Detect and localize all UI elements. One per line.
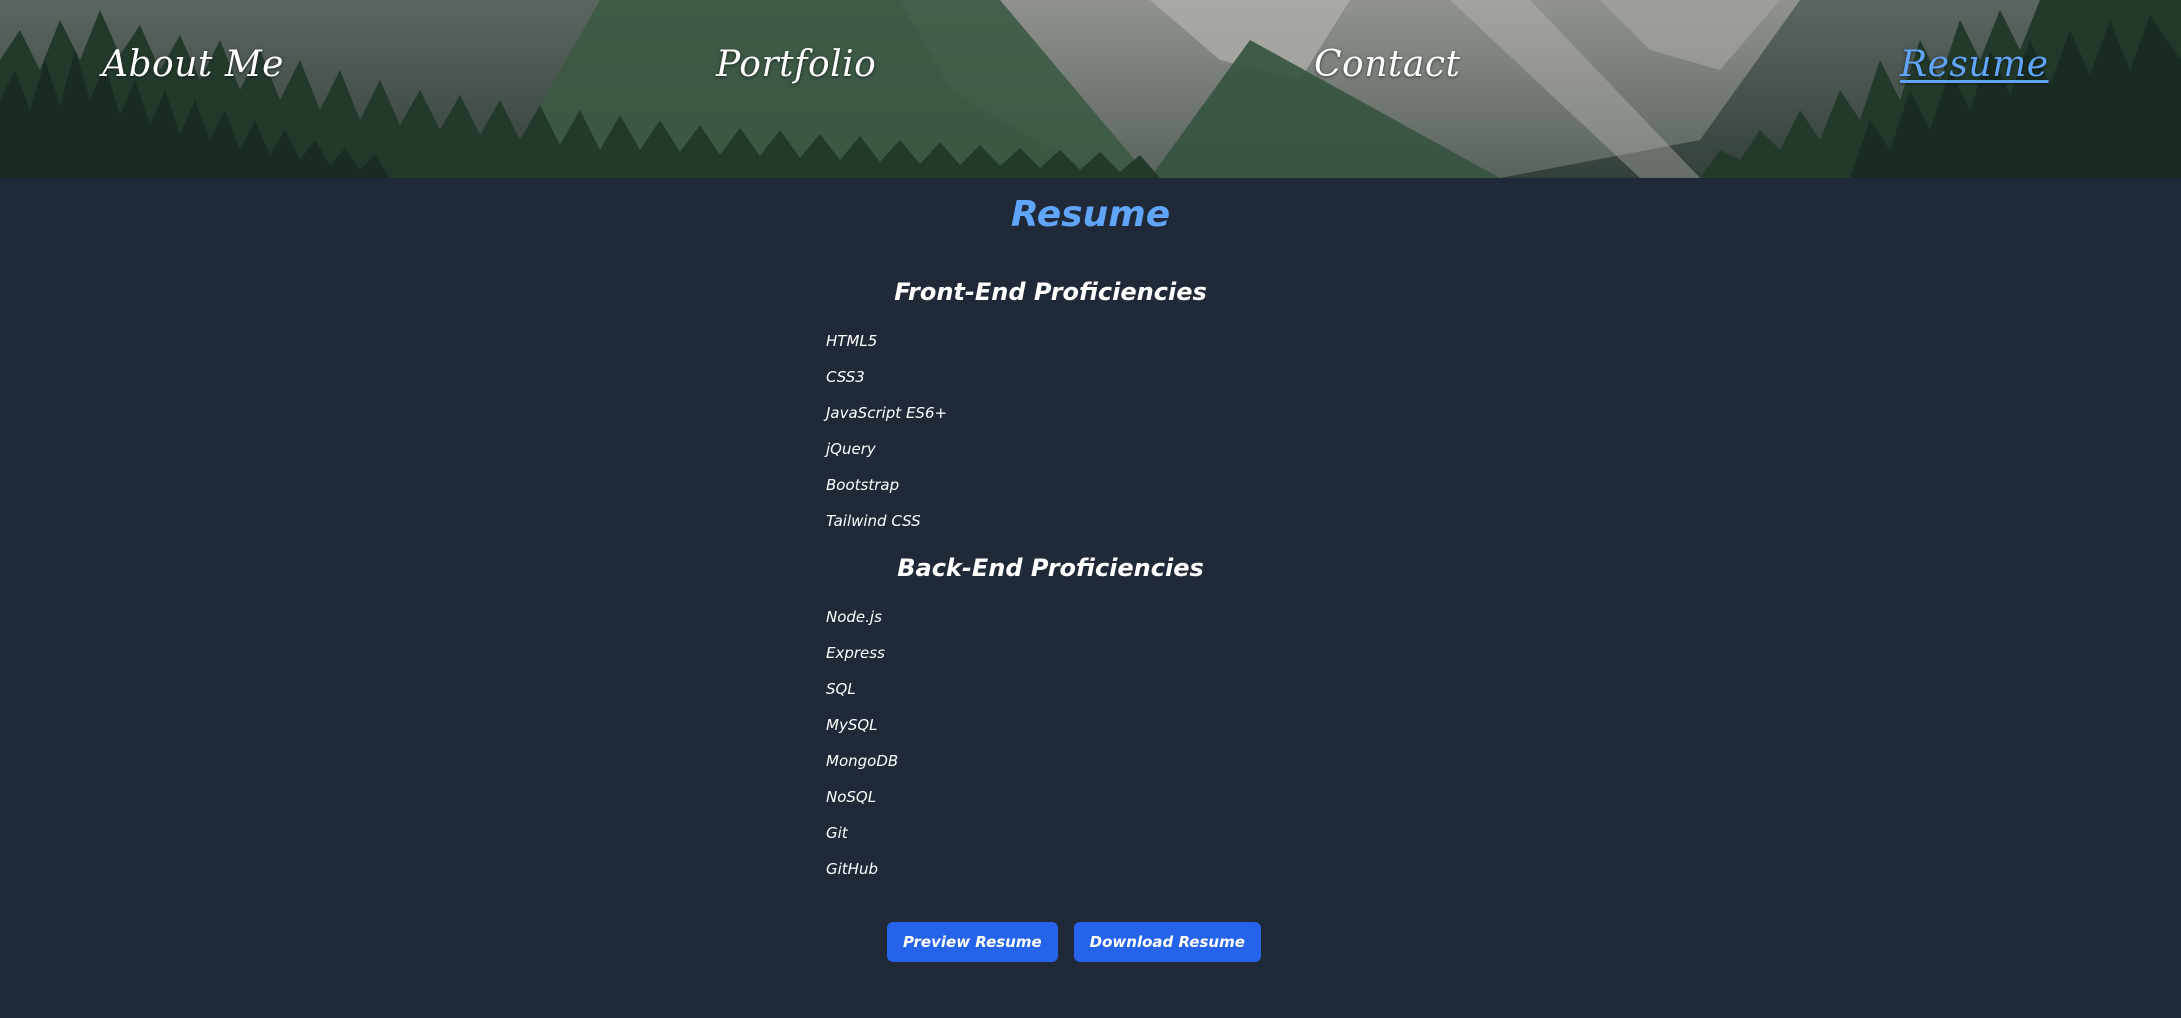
list-item: MySQL — [826, 716, 878, 734]
preview-resume-button[interactable]: Preview Resume — [887, 922, 1058, 962]
resume-section: Resume Front-End Proficiencies HTML5 CSS… — [0, 178, 2181, 1018]
list-item: NoSQL — [826, 788, 877, 806]
list-item: Bootstrap — [826, 476, 900, 494]
nav-contact-link[interactable]: Contact — [1314, 44, 1460, 85]
page-title: Resume — [1010, 194, 1171, 235]
list-item: CSS3 — [826, 368, 865, 386]
front-end-heading: Front-End Proficiencies — [894, 278, 1207, 306]
list-item: MongoDB — [826, 752, 899, 770]
header-banner: About Me Portfolio Contact Resume — [0, 0, 2181, 178]
nav-resume-link[interactable]: Resume — [1900, 44, 2049, 85]
list-item: SQL — [826, 680, 856, 698]
main-nav: About Me Portfolio Contact Resume — [0, 0, 2181, 178]
back-end-skill-list: Node.js Express SQL MySQL MongoDB NoSQL … — [826, 599, 898, 887]
list-item: Git — [826, 824, 848, 842]
list-item: jQuery — [826, 440, 876, 458]
back-end-heading: Back-End Proficiencies — [897, 554, 1204, 582]
list-item: Node.js — [826, 608, 882, 626]
nav-about-me-link[interactable]: About Me — [102, 44, 284, 85]
list-item: HTML5 — [826, 332, 878, 350]
list-item: GitHub — [826, 860, 878, 878]
download-resume-button[interactable]: Download Resume — [1073, 922, 1261, 962]
front-end-skill-list: HTML5 CSS3 JavaScript ES6+ jQuery Bootst… — [826, 323, 947, 539]
list-item: Tailwind CSS — [826, 512, 921, 530]
list-item: Express — [826, 644, 885, 662]
resume-actions: Preview Resume Download Resume — [887, 922, 1261, 962]
nav-portfolio-link[interactable]: Portfolio — [716, 44, 876, 85]
list-item: JavaScript ES6+ — [826, 404, 948, 422]
